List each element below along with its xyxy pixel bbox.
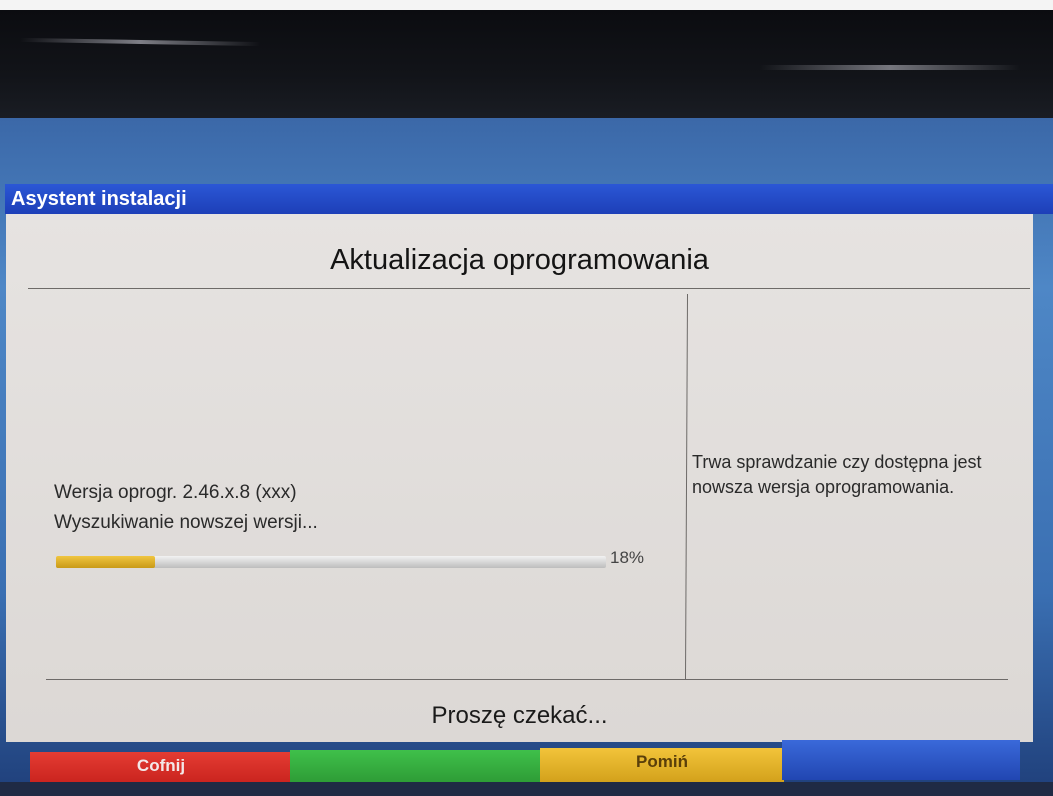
tv-bezel-bottom [0,782,1053,796]
progress-percent: 18% [610,548,645,567]
blue-button[interactable] [782,740,1020,780]
title-bar: Asystent instalacji [5,184,1053,214]
tv-bezel-top [0,10,1053,120]
skip-button-label: Pomiń [636,752,688,771]
back-button-label: Cofnij [136,756,186,775]
progress-bar [56,556,606,568]
divider [684,294,689,679]
info-help-text: Trwa sprawdzanie czy dostępna jest nowsz… [692,452,982,497]
glare-reflection [19,37,261,47]
glare-reflection [760,65,1020,70]
top-caption-strip [0,0,1053,10]
window-title: Asystent instalacji [11,188,187,210]
progress-fill [56,556,155,568]
green-button[interactable] [290,750,542,784]
skip-button[interactable]: Pomiń [540,748,784,782]
divider [28,288,1030,289]
divider [46,679,1008,680]
back-button[interactable]: Cofnij [30,752,292,786]
please-wait-text: Proszę czekać... [431,702,608,729]
software-version-text: Wersja oprogr. 2.46.x.8 (xxx) [54,482,297,503]
page-title: Aktualizacja oprogramowania [330,244,709,276]
installation-wizard-panel: Aktualizacja oprogramowania Wersja oprog… [6,214,1033,742]
search-status-text: Wyszukiwanie nowszej wersji... [54,512,318,533]
